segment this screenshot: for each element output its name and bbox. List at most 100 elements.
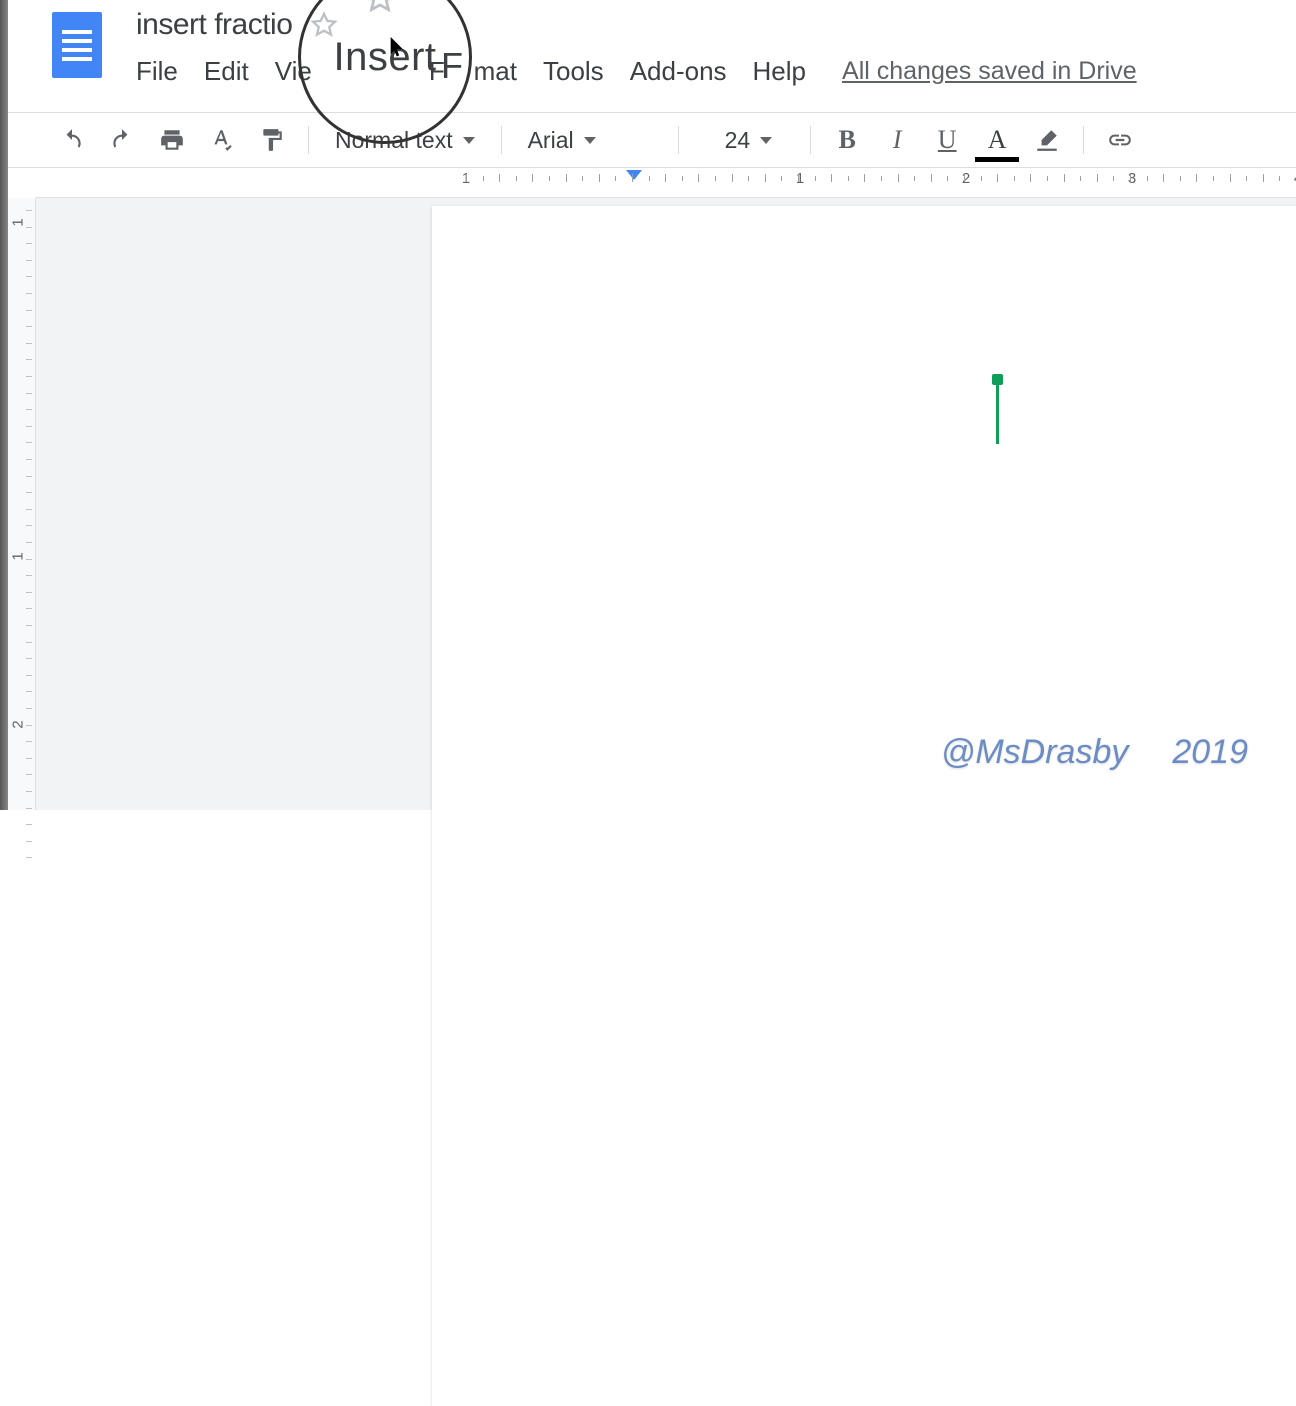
ruler-tick (26, 625, 32, 626)
ruler-tick (26, 675, 32, 676)
ruler-tick (26, 708, 32, 709)
ruler-number: 1 (10, 552, 27, 560)
menu-file[interactable]: File (136, 56, 178, 87)
ruler-tick (1196, 174, 1197, 182)
ruler-tick (26, 658, 32, 659)
ruler-tick (26, 857, 32, 858)
ruler-tick (665, 174, 666, 182)
toolbar: Normal text Arial 24 B I U A (8, 112, 1296, 168)
print-button[interactable] (154, 122, 190, 158)
document-title[interactable]: insert fractio (136, 8, 292, 42)
menu-help[interactable]: Help (753, 56, 806, 87)
ruler-tick (1064, 174, 1065, 182)
bold-button[interactable]: B (829, 122, 865, 158)
ruler-tick (26, 808, 32, 809)
font-size-value: 24 (725, 127, 751, 154)
ruler-tick (26, 741, 32, 742)
ruler-tick (981, 176, 982, 181)
ruler-tick (997, 174, 998, 182)
ruler-tick (483, 176, 484, 181)
ruler-tick (848, 176, 849, 181)
ruler-tick (947, 176, 948, 181)
vertical-ruler[interactable]: 1 1 2 (8, 198, 36, 810)
font-size-dropdown[interactable]: 24 (697, 127, 793, 154)
ruler-tick (26, 592, 32, 593)
ruler-tick (26, 409, 32, 410)
watermark-year: 2019 (1172, 733, 1248, 772)
horizontal-ruler[interactable]: 1 1 2 3 4 (36, 168, 1296, 198)
paint-format-button[interactable] (254, 122, 290, 158)
menu-edit[interactable]: Edit (204, 56, 249, 87)
title-row: insert fractio (136, 8, 338, 42)
ruler-tick (781, 176, 782, 181)
ruler-tick (931, 174, 932, 182)
ruler-tick (1246, 176, 1247, 181)
ruler-tick (516, 176, 517, 181)
save-status[interactable]: All changes saved in Drive (842, 57, 1137, 86)
ruler-tick (26, 791, 32, 792)
menu-addons[interactable]: Add-ons (630, 56, 727, 87)
ruler-tick (549, 176, 550, 181)
paragraph-style-label: Normal text (335, 127, 453, 154)
spellcheck-button[interactable] (204, 122, 240, 158)
ruler-tick (26, 376, 32, 377)
document-page[interactable] (432, 206, 1296, 1406)
ruler-tick (499, 174, 500, 182)
ruler-tick (1279, 176, 1280, 181)
ruler-tick (615, 176, 616, 181)
ruler-tick (732, 174, 733, 182)
toolbar-separator (678, 126, 679, 154)
menu-bar: File Edit Vie Insert F mat Tools Add-ons… (136, 56, 1137, 87)
chevron-down-icon (760, 137, 772, 144)
ruler-tick (715, 176, 716, 181)
ruler-tick (26, 459, 32, 460)
ruler-tick (864, 174, 865, 182)
toolbar-separator (501, 126, 502, 154)
menu-format[interactable]: F mat (429, 56, 517, 87)
ruler-tick (26, 691, 32, 692)
ruler-tick (748, 176, 749, 181)
menu-view[interactable]: Vie (275, 56, 312, 87)
ruler-tick (1113, 176, 1114, 181)
ruler-tick (26, 492, 32, 493)
ruler-tick (26, 476, 32, 477)
window-edge (0, 0, 8, 810)
watermark-handle: @MsDrasby (941, 733, 1129, 772)
chevron-down-icon (463, 137, 475, 144)
insert-link-button[interactable] (1102, 122, 1138, 158)
ruler-tick (26, 542, 32, 543)
ruler-tick (698, 174, 699, 182)
ruler-tick (26, 841, 32, 842)
ruler-tick (26, 326, 32, 327)
ruler-tick (532, 174, 533, 182)
ruler-tick (26, 559, 32, 560)
watermark: @MsDrasby 2019 (941, 733, 1248, 772)
ruler-tick (26, 608, 32, 609)
ruler-tick (881, 176, 882, 181)
ruler-tick (632, 174, 633, 182)
ruler-tick (649, 176, 650, 181)
ruler-number: 1 (10, 218, 27, 226)
text-color-button[interactable]: A (979, 122, 1015, 158)
italic-button[interactable]: I (879, 122, 915, 158)
star-icon[interactable] (310, 11, 338, 39)
paragraph-style-dropdown[interactable]: Normal text (327, 127, 483, 154)
underline-button[interactable]: U (929, 122, 965, 158)
toolbar-separator (308, 126, 309, 154)
ruler-tick (26, 642, 32, 643)
ruler-tick (831, 174, 832, 182)
ruler-tick (26, 393, 32, 394)
chevron-down-icon (584, 137, 596, 144)
ruler-tick (26, 758, 32, 759)
highlight-button[interactable] (1029, 122, 1065, 158)
redo-button[interactable] (104, 122, 140, 158)
font-family-dropdown[interactable]: Arial (520, 127, 660, 154)
ruler-tick (1147, 176, 1148, 181)
indent-marker[interactable] (626, 170, 642, 180)
ruler-tick (26, 359, 32, 360)
undo-button[interactable] (54, 122, 90, 158)
ruler-tick (1047, 176, 1048, 181)
menu-tools[interactable]: Tools (543, 56, 604, 87)
docs-logo-icon[interactable] (52, 12, 102, 78)
ruler-number: 2 (10, 720, 27, 728)
